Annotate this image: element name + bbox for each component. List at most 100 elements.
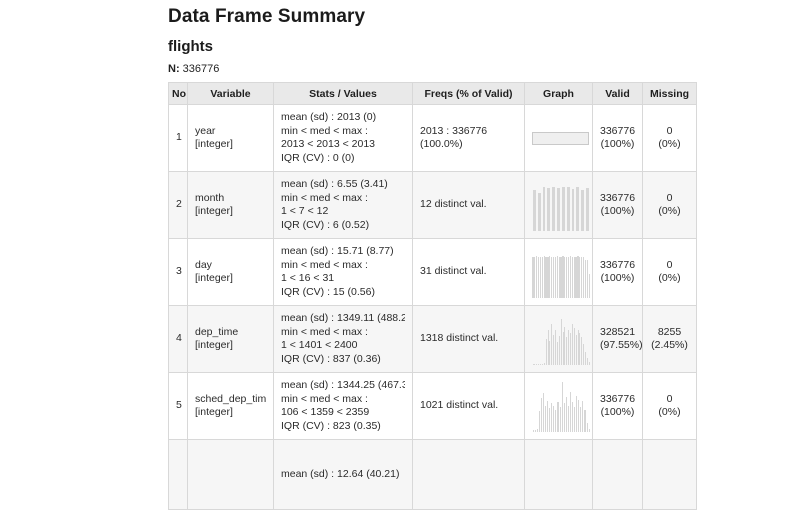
missing-cell: 0 (0%) (643, 105, 697, 172)
table-row: 2 month [integer] mean (sd) : 6.55 (3.41… (169, 172, 697, 239)
table-row: 4 dep_time [integer] mean (sd) : 1349.11… (169, 306, 697, 373)
table-header: No Variable Stats / Values Freqs (% of V… (169, 83, 697, 105)
missing-pct: (0%) (650, 205, 689, 219)
graph-cell (525, 172, 593, 239)
stats-line: IQR (CV) : 823 (0.35) (281, 420, 405, 434)
variable-cell: sched_dep_time [integer] (188, 373, 274, 440)
variable-name: month (195, 192, 266, 206)
variable-cell: dep_time [integer] (188, 306, 274, 373)
stats-line: 1 < 1401 < 2400 (281, 339, 405, 353)
valid-cell (593, 440, 643, 510)
valid-cell: 336776 (100%) (593, 373, 643, 440)
graph-cell (525, 306, 593, 373)
valid-pct: (100%) (600, 205, 635, 219)
stats-cell: mean (sd) : 1349.11 (488.28) min < med <… (274, 306, 413, 373)
stats-line: 2013 < 2013 < 2013 (281, 138, 405, 152)
freqs-cell: 1021 distinct val. (413, 373, 525, 440)
variable-name: year (195, 125, 266, 139)
graph-cell (525, 373, 593, 440)
full-bar-graph (532, 132, 589, 145)
col-header-variable: Variable (188, 83, 274, 105)
stats-line: mean (sd) : 1344.25 (467.34) (281, 379, 405, 393)
histogram-graph (532, 380, 590, 432)
missing-pct: (0%) (650, 406, 689, 420)
freqs-cell (413, 440, 525, 510)
missing-cell: 8255 (2.45%) (643, 306, 697, 373)
stats-cell: mean (sd) : 2013 (0) min < med < max : 2… (274, 105, 413, 172)
valid-pct: (100%) (600, 138, 635, 152)
report-content: Data Frame Summary flights N:336776 No V… (168, 0, 708, 510)
stats-line: IQR (CV) : 0 (0) (281, 152, 405, 166)
stats-line: mean (sd) : 12.64 (40.21) (281, 468, 405, 482)
histogram-graph (532, 246, 590, 298)
stats-line: min < med < max : (281, 326, 405, 340)
col-header-stats: Stats / Values (274, 83, 413, 105)
n-observations: N:336776 (168, 63, 708, 75)
stats-cell: mean (sd) : 1344.25 (467.34) min < med <… (274, 373, 413, 440)
valid-pct: (100%) (600, 406, 635, 420)
variable-cell: month [integer] (188, 172, 274, 239)
graph-cell (525, 105, 593, 172)
valid-pct: (100%) (600, 272, 635, 286)
dataframe-name: flights (168, 38, 708, 55)
valid-cell: 336776 (100%) (593, 105, 643, 172)
col-header-graph: Graph (525, 83, 593, 105)
missing-count: 0 (650, 393, 689, 407)
missing-count: 0 (650, 125, 689, 139)
stats-line: mean (sd) : 2013 (0) (281, 111, 405, 125)
row-no: 2 (169, 172, 188, 239)
missing-cell: 0 (0%) (643, 239, 697, 306)
freqs-cell: 1318 distinct val. (413, 306, 525, 373)
col-header-no: No (169, 83, 188, 105)
col-header-missing: Missing (643, 83, 697, 105)
variable-type: [integer] (195, 272, 266, 286)
valid-cell: 336776 (100%) (593, 239, 643, 306)
row-no: 1 (169, 105, 188, 172)
freqs-cell: 12 distinct val. (413, 172, 525, 239)
stats-line: 106 < 1359 < 2359 (281, 406, 405, 420)
valid-count: 336776 (600, 259, 635, 273)
variable-name: day (195, 259, 266, 273)
n-value: 336776 (183, 63, 220, 75)
col-header-valid: Valid (593, 83, 643, 105)
missing-count: 0 (650, 259, 689, 273)
table-row: 1 year [integer] mean (sd) : 2013 (0) mi… (169, 105, 697, 172)
stats-cell: mean (sd) : 6.55 (3.41) min < med < max … (274, 172, 413, 239)
stats-cell: mean (sd) : 15.71 (8.77) min < med < max… (274, 239, 413, 306)
missing-pct: (2.45%) (650, 339, 689, 353)
stats-line: mean (sd) : 15.71 (8.77) (281, 245, 405, 259)
missing-pct: (0%) (650, 272, 689, 286)
variable-type: [integer] (195, 406, 266, 420)
stats-line: IQR (CV) : 6 (0.52) (281, 219, 405, 233)
n-label: N: (168, 63, 180, 75)
freqs-cell: 2013 : 336776 (100.0%) (413, 105, 525, 172)
graph-cell (525, 239, 593, 306)
variable-cell: year [integer] (188, 105, 274, 172)
page-title: Data Frame Summary (168, 6, 708, 28)
stats-line: min < med < max : (281, 192, 405, 206)
table-row: 3 day [integer] mean (sd) : 15.71 (8.77)… (169, 239, 697, 306)
table-row: 5 sched_dep_time [integer] mean (sd) : 1… (169, 373, 697, 440)
variable-type: [integer] (195, 138, 266, 152)
variable-type: [integer] (195, 339, 266, 353)
missing-cell: 0 (0%) (643, 373, 697, 440)
row-no: 4 (169, 306, 188, 373)
stats-line: IQR (CV) : 15 (0.56) (281, 286, 405, 300)
stats-line: mean (sd) : 6.55 (3.41) (281, 178, 405, 192)
missing-pct: (0%) (650, 138, 689, 152)
stats-line: min < med < max : (281, 393, 405, 407)
histogram-graph (532, 313, 590, 365)
stats-line: mean (sd) : 1349.11 (488.28) (281, 312, 405, 326)
stats-line: IQR (CV) : 837 (0.36) (281, 353, 405, 367)
valid-count: 336776 (600, 192, 635, 206)
valid-pct: (97.55%) (600, 339, 635, 353)
freqs-cell: 31 distinct val. (413, 239, 525, 306)
missing-cell: 0 (0%) (643, 172, 697, 239)
col-header-freqs: Freqs (% of Valid) (413, 83, 525, 105)
variable-cell (188, 440, 274, 510)
valid-count: 336776 (600, 393, 635, 407)
valid-count: 336776 (600, 125, 635, 139)
row-no: 5 (169, 373, 188, 440)
summary-table: No Variable Stats / Values Freqs (% of V… (168, 82, 697, 510)
variable-name: dep_time (195, 326, 266, 340)
